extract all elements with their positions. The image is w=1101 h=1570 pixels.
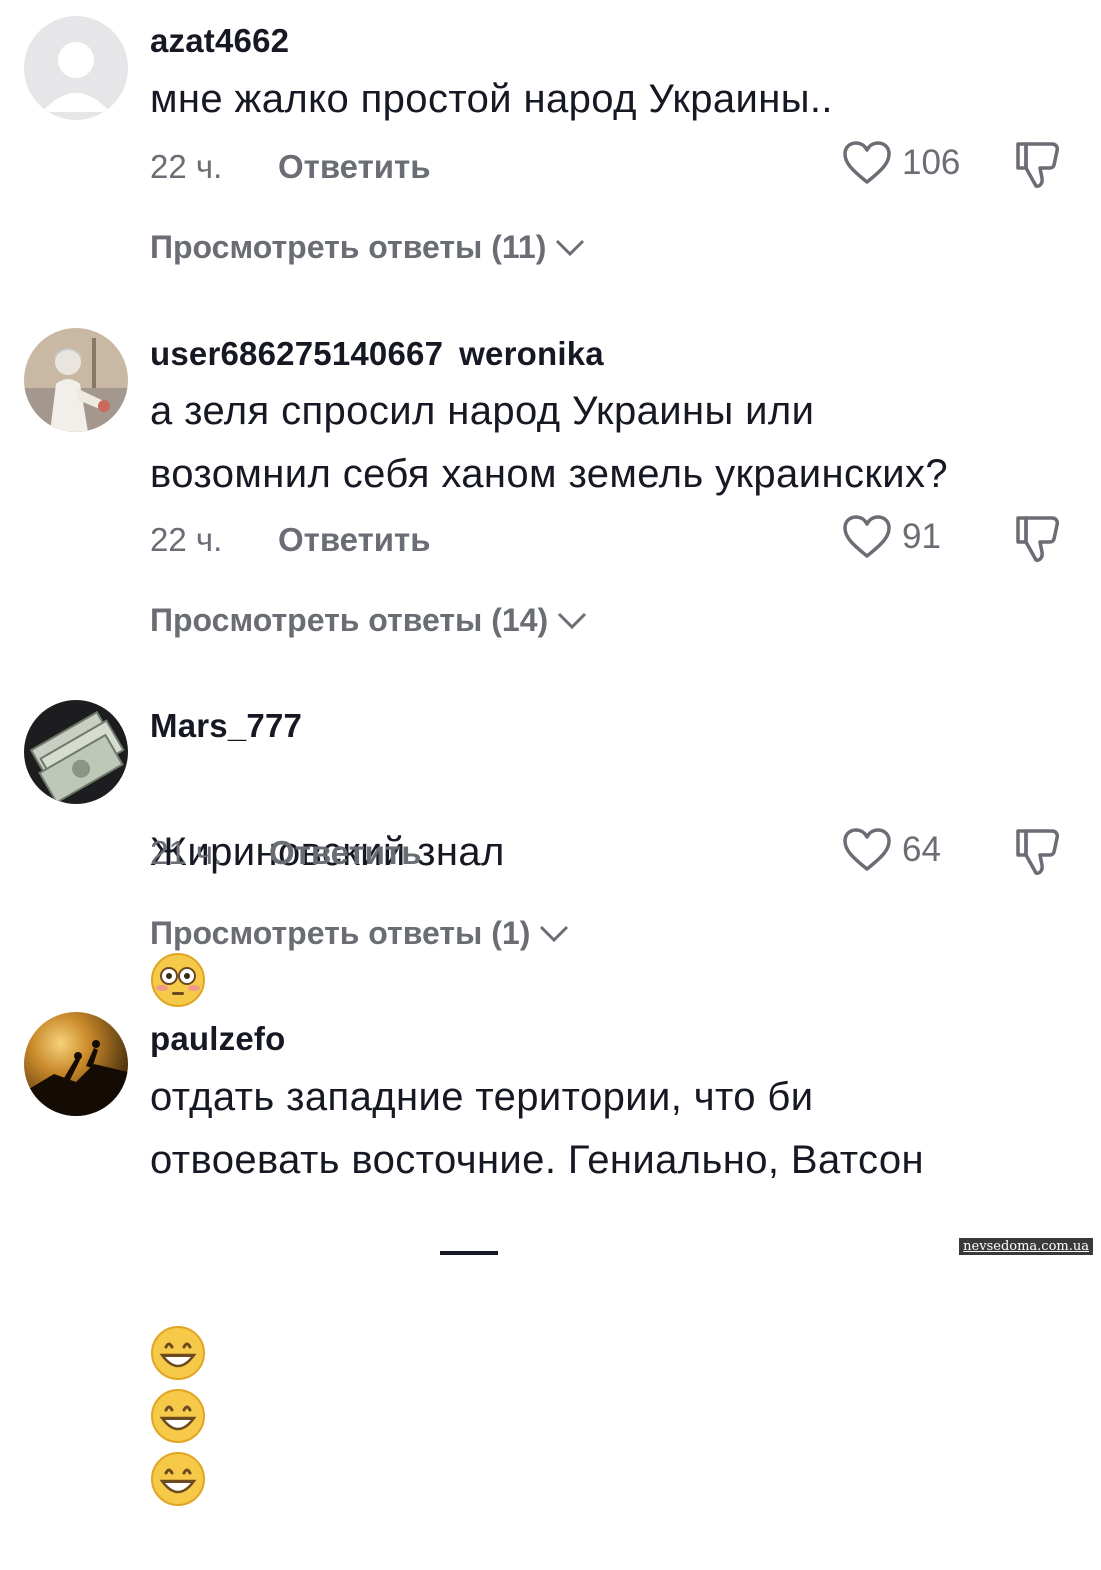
comment-text: а зеля спросил народ Украины или возомни… bbox=[150, 389, 949, 496]
chevron-down-icon bbox=[558, 612, 587, 629]
scroll-indicator bbox=[440, 1251, 498, 1255]
username[interactable]: azat4662 bbox=[150, 22, 289, 60]
emoji-row bbox=[150, 1194, 1070, 1507]
timestamp: 22 ч. bbox=[150, 521, 223, 558]
heart-icon bbox=[843, 828, 891, 871]
chevron-down-icon bbox=[556, 239, 585, 256]
reply-button[interactable]: Ответить bbox=[278, 148, 431, 186]
avatar[interactable] bbox=[24, 328, 128, 432]
dislike-button[interactable] bbox=[1012, 827, 1062, 877]
like-count: 91 bbox=[902, 517, 941, 556]
like-count: 64 bbox=[902, 830, 941, 869]
like-button[interactable]: 91 bbox=[842, 514, 941, 560]
porcelain-figurine-avatar-icon bbox=[24, 328, 128, 432]
dislike-icon bbox=[1016, 516, 1059, 562]
dislike-button[interactable] bbox=[1012, 514, 1062, 564]
avatar[interactable] bbox=[24, 1012, 128, 1116]
dislike-icon bbox=[1016, 829, 1059, 875]
reply-button[interactable]: Ответить bbox=[278, 521, 431, 559]
chevron-down-icon bbox=[540, 925, 569, 942]
comment-text: отдать западние територии, что би отвоев… bbox=[150, 1075, 925, 1182]
comment-text: мне жалко простой народ Украины.. bbox=[150, 77, 833, 121]
timestamp: 21 ч. bbox=[150, 834, 223, 871]
view-replies-button[interactable]: Просмотреть ответы (1) bbox=[150, 915, 570, 952]
avatar[interactable] bbox=[24, 16, 128, 120]
dislike-icon bbox=[1016, 142, 1059, 188]
reply-button[interactable]: Ответить bbox=[269, 834, 422, 872]
watermark: nevsedoma.com.ua bbox=[959, 1238, 1093, 1255]
grinning-face-emoji bbox=[150, 1325, 206, 1444]
grinning-face-emoji bbox=[150, 1388, 206, 1507]
username[interactable]: user686275140667 weronika bbox=[150, 335, 604, 373]
money-avatar-icon bbox=[24, 700, 128, 804]
grinning-face-emoji bbox=[150, 1262, 206, 1381]
username[interactable]: paulzefo bbox=[150, 1020, 285, 1058]
heart-icon bbox=[843, 515, 891, 558]
view-replies-label: Просмотреть ответы (14) bbox=[150, 602, 549, 638]
username-secondary[interactable]: weronika bbox=[459, 335, 604, 372]
username[interactable]: Mars_777 bbox=[150, 707, 302, 745]
like-count: 106 bbox=[902, 143, 961, 182]
like-button[interactable]: 64 bbox=[842, 827, 941, 873]
sunset-climbers-avatar-icon bbox=[24, 1012, 128, 1116]
view-replies-label: Просмотреть ответы (11) bbox=[150, 229, 547, 265]
view-replies-button[interactable]: Просмотреть ответы (14) bbox=[150, 602, 588, 639]
dislike-button[interactable] bbox=[1012, 140, 1062, 190]
like-button[interactable]: 106 bbox=[842, 140, 960, 186]
timestamp: 22 ч. bbox=[150, 148, 223, 185]
avatar[interactable] bbox=[24, 700, 128, 804]
username-primary[interactable]: user686275140667 bbox=[150, 335, 443, 372]
heart-icon bbox=[843, 141, 891, 184]
default-avatar-icon bbox=[24, 16, 128, 120]
view-replies-button[interactable]: Просмотреть ответы (11) bbox=[150, 229, 586, 266]
view-replies-label: Просмотреть ответы (1) bbox=[150, 915, 531, 951]
